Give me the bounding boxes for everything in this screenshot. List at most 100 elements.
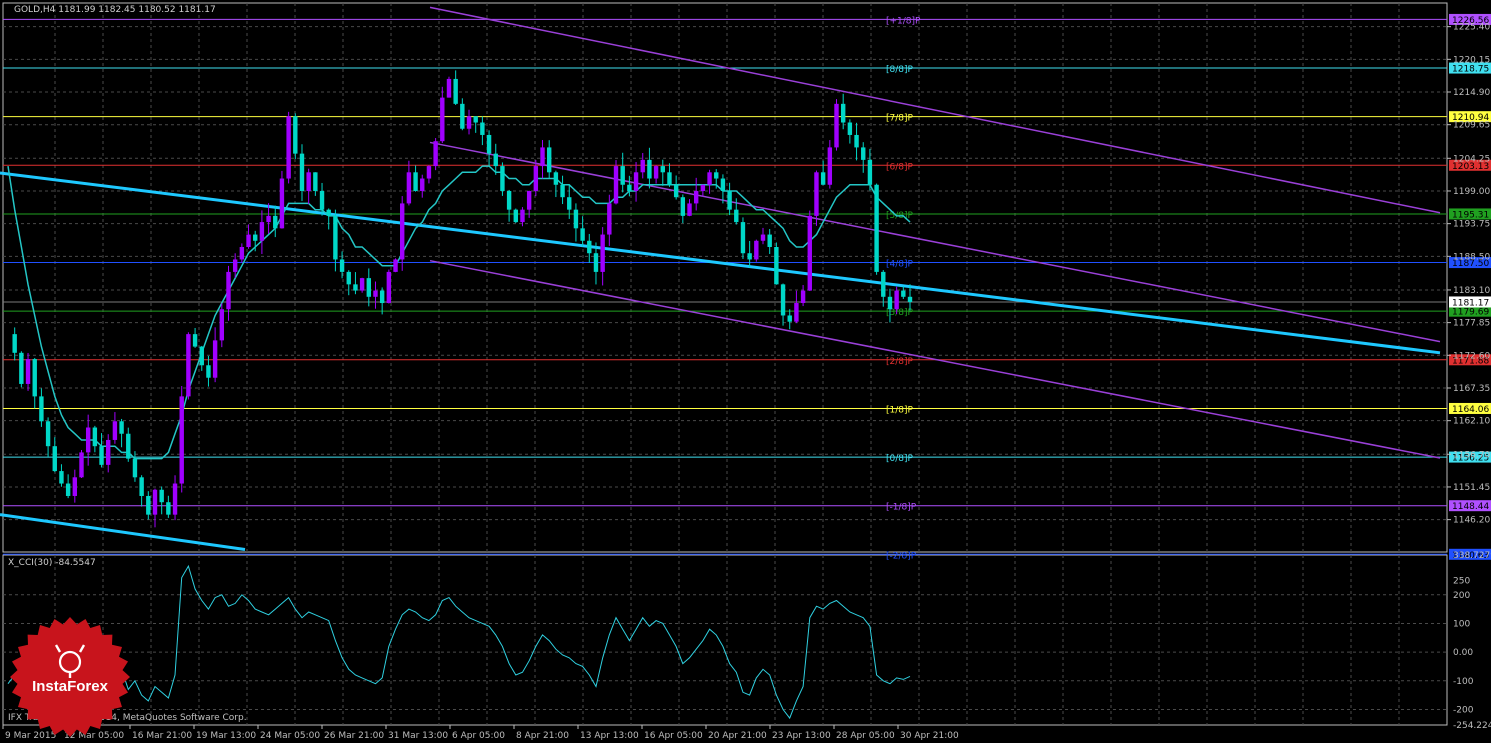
candle-body (640, 159, 645, 173)
candle-body (219, 309, 225, 341)
candle-body (92, 427, 98, 447)
candle-body (607, 203, 612, 235)
candle-body (353, 284, 358, 291)
candle-body (827, 147, 833, 185)
candle-body (45, 421, 51, 447)
candle-body (152, 489, 158, 515)
candle-body (420, 178, 425, 191)
price-tag-label: 1148.44 (1452, 502, 1489, 512)
candle-body (159, 489, 164, 503)
candle-body (847, 122, 853, 135)
candle-body (480, 122, 485, 135)
x-tick-label: 19 Mar 13:00 (196, 731, 256, 741)
candle-body (166, 502, 171, 515)
candle-body (373, 290, 378, 297)
candle-body (820, 172, 826, 185)
candle-body (834, 103, 839, 148)
candle-body (440, 97, 445, 142)
candle-body (540, 147, 545, 167)
candle-body (747, 253, 752, 260)
candle-body (239, 247, 245, 260)
murrey-level-label: [8/8]P (886, 65, 914, 75)
logo-text: InstaForex (32, 678, 108, 695)
candle-body (840, 103, 846, 123)
candle-body (613, 166, 619, 204)
candle-body (881, 271, 886, 297)
candle-body (266, 215, 271, 223)
candle-body (273, 215, 278, 229)
candle-body (687, 203, 692, 216)
cci-y-tick-label: 0.00 (1453, 648, 1473, 658)
candle-body (587, 240, 592, 254)
candle-body (192, 334, 198, 347)
candle-body (740, 222, 746, 254)
trend-channel-lines (0, 6, 1441, 551)
candle-body (894, 290, 899, 310)
instaforex-logo[interactable]: InstaForex (8, 615, 132, 739)
candle-body (473, 116, 478, 123)
murrey-level-label: [+1/8]P (886, 16, 921, 26)
candle-body (386, 271, 392, 304)
y-tick-label: 1167.35 (1453, 384, 1490, 394)
candle-body (379, 290, 385, 304)
candle-body (627, 184, 632, 191)
candle-body (39, 396, 44, 422)
candle-body (673, 184, 679, 198)
y-tick-label: 1177.85 (1453, 319, 1490, 329)
candle-body (707, 172, 712, 185)
murrey-level-label: [1/8]P (886, 405, 914, 415)
candle-body (85, 427, 91, 453)
candle-body (760, 234, 766, 241)
candle-body (366, 278, 371, 297)
cci-panel-frame (2, 554, 1448, 726)
logo-badge-icon (10, 617, 130, 737)
x-tick-label: 23 Apr 13:00 (772, 731, 831, 741)
candle-body (620, 166, 625, 185)
candle-body (647, 159, 652, 179)
candle-body (680, 197, 686, 216)
candle-body (660, 166, 665, 173)
price-tag-label: 1179.69 (1452, 308, 1489, 318)
candle-body (493, 153, 498, 167)
candle-body (533, 166, 539, 191)
candle-body (814, 172, 819, 216)
channel-top-line (429, 6, 1441, 214)
candle-body (446, 78, 452, 98)
murrey-level-label: [4/8]P (886, 260, 914, 270)
murrey-level-label: [2/8]P (886, 357, 914, 367)
candle-body (887, 296, 893, 310)
candle-body (359, 278, 365, 291)
candle-body (633, 172, 639, 191)
candle-body (279, 178, 285, 229)
y-tick-label: 1146.20 (1453, 516, 1490, 526)
candle-body (32, 359, 37, 397)
candle-body (172, 483, 178, 515)
cci-y-tick-label: -100 (1453, 677, 1474, 687)
axes: 1225.40 1220.15 1214.90 1209.65 1204.25 1199.… (2, 23, 1491, 741)
candle-body (567, 197, 572, 210)
candle-body (306, 172, 311, 191)
y-tick-label: 1183.10 (1453, 286, 1490, 296)
cci-y-tick-label: 250 (1453, 576, 1470, 586)
candle-body (560, 184, 565, 198)
candle-body (346, 271, 351, 285)
chart-grid (2, 2, 1448, 726)
candle-body (573, 209, 579, 229)
y-tick-label: 1172.60 (1453, 351, 1490, 361)
candle-body (453, 78, 458, 104)
candle-body (513, 209, 518, 223)
candle-body (506, 190, 512, 210)
price-tag-label: 1218.75 (1452, 65, 1489, 75)
x-tick-label: 30 Apr 21:00 (900, 731, 959, 741)
candle-body (65, 483, 71, 496)
candle-body (794, 303, 799, 322)
y-tick-label: 1156.70 (1453, 450, 1490, 460)
candle-body (767, 234, 772, 247)
x-tick-label: 13 Apr 13:00 (580, 731, 639, 741)
trading-chart[interactable]: [+1/8]P 1226.56[8/8]P 1218.75[7/8]P 1210.94… (0, 0, 1491, 743)
y-tick-label: 1162.10 (1453, 417, 1490, 427)
candle-body (253, 234, 258, 241)
cci-y-tick-label: -200 (1453, 705, 1474, 715)
candle-body (600, 234, 605, 272)
candle-body (319, 190, 325, 210)
